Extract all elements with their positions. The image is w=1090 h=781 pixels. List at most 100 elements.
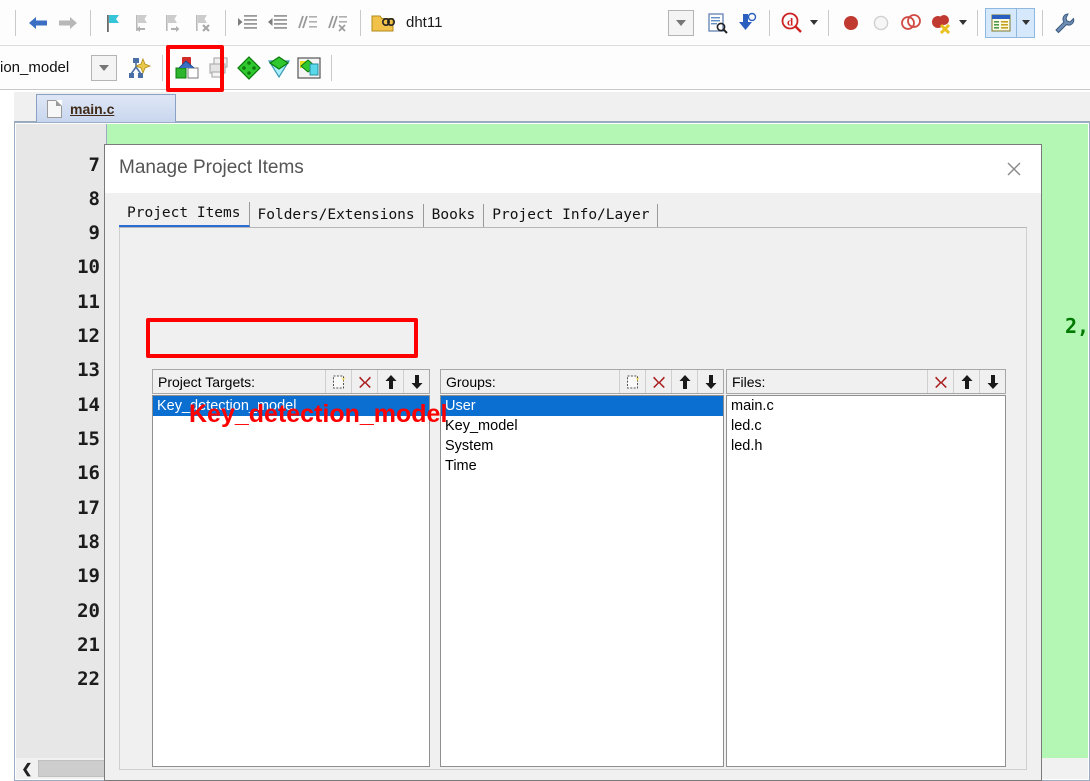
target-select-combo[interactable] — [91, 54, 118, 81]
list-item[interactable]: User — [441, 396, 723, 416]
panel-title: Groups: — [446, 373, 496, 390]
toolbar-project: ion_model — [0, 46, 1090, 90]
line-number: 15 — [77, 428, 100, 450]
tab-folders-extensions[interactable]: Folders/Extensions — [249, 204, 424, 227]
move-down-icon[interactable] — [403, 370, 429, 393]
line-number: 10 — [77, 256, 100, 278]
toolbar-divider — [977, 9, 978, 36]
toolbar-top: dht11 d — [0, 0, 1090, 46]
dialog-tabs: Project Items Folders/Extensions Books P… — [119, 201, 659, 227]
file-icon — [47, 99, 62, 118]
line-number: 8 — [88, 188, 100, 210]
toolbar-divider — [360, 9, 361, 36]
window-layout-dropdown-arrow[interactable] — [1017, 7, 1035, 38]
callout-key-detection-model: Key_detection_model — [189, 400, 448, 428]
delete-item-icon[interactable] — [351, 370, 377, 393]
toolbar-divider — [90, 9, 91, 36]
tab-main-c[interactable]: main.c — [36, 94, 176, 122]
find-in-files-icon[interactable] — [368, 8, 398, 38]
list-groups[interactable]: User Key_model System Time — [440, 395, 724, 767]
bookmark-toggle-icon[interactable] — [98, 8, 128, 38]
tab-project-items[interactable]: Project Items — [119, 202, 250, 227]
batch-build-icon[interactable] — [702, 8, 732, 38]
bookmark-prev-icon[interactable] — [128, 8, 158, 38]
breakpoint-disable-all-icon[interactable] — [926, 8, 956, 38]
debug-start-icon[interactable]: d — [777, 8, 807, 38]
breakpoint-insert-icon[interactable] — [836, 8, 866, 38]
move-up-icon[interactable] — [671, 370, 697, 393]
bookmark-next-icon[interactable] — [158, 8, 188, 38]
scroll-left-arrow[interactable]: ❮ — [16, 759, 38, 778]
breakpoint-kill-all-icon[interactable] — [896, 8, 926, 38]
build-target-icon[interactable] — [234, 53, 264, 83]
list-project-targets[interactable]: Key_detection_model — [152, 395, 430, 767]
rebuild-all-icon[interactable] — [264, 53, 294, 83]
panel-header-groups: Groups: — [440, 369, 724, 394]
bookmark-clear-icon[interactable] — [188, 8, 218, 38]
line-number-gutter: 7 8 9 10 11 12 13 14 15 16 17 18 19 20 2… — [16, 124, 106, 758]
line-number: 22 — [77, 668, 100, 690]
toolbar-divider — [769, 9, 770, 36]
panel-title: Files: — [732, 373, 766, 390]
back-arrow-icon[interactable] — [23, 8, 53, 38]
toolbar-divider — [828, 9, 829, 36]
move-up-icon[interactable] — [377, 370, 403, 393]
breakpoint-disable-icon[interactable] — [866, 8, 896, 38]
translate-file-icon[interactable] — [294, 53, 324, 83]
configure-tools-icon[interactable] — [1050, 8, 1080, 38]
toolbar-divider — [162, 54, 164, 81]
delete-item-icon[interactable] — [645, 370, 671, 393]
list-item[interactable]: led.c — [727, 416, 1005, 436]
target-combo-value: ion_model — [0, 59, 70, 76]
comment-lines-icon[interactable] — [293, 8, 323, 38]
delete-item-icon[interactable] — [927, 370, 953, 393]
app-window: dht11 d ion_model main.c 7 8 9 10 11 12 … — [0, 0, 1090, 781]
close-icon[interactable] — [997, 153, 1031, 185]
toolbar-divider — [15, 9, 16, 36]
tab-project-info-layer[interactable]: Project Info/Layer — [484, 204, 659, 227]
panel-header-project-targets: Project Targets: — [152, 369, 430, 394]
list-item[interactable]: System — [441, 436, 723, 456]
target-options-icon[interactable] — [125, 53, 155, 83]
line-number: 7 — [88, 154, 100, 176]
list-item[interactable]: Time — [441, 456, 723, 476]
batch-setup-icon[interactable] — [204, 53, 234, 83]
manage-project-items-dialog: Manage Project Items Project Items Folde… — [104, 144, 1042, 781]
move-down-icon[interactable] — [697, 370, 723, 393]
line-number: 14 — [77, 394, 100, 416]
line-number: 11 — [77, 291, 100, 313]
line-number: 13 — [77, 359, 100, 381]
new-item-icon[interactable] — [619, 370, 645, 393]
toolbar-divider — [331, 54, 333, 81]
manage-project-items-icon[interactable] — [170, 53, 204, 83]
editor-tabstrip: main.c — [14, 92, 1090, 122]
forward-arrow-icon[interactable] — [53, 8, 83, 38]
window-layout-icon[interactable] — [985, 7, 1017, 38]
breakpoint-dropdown-arrow[interactable] — [956, 9, 970, 37]
indent-decrease-icon[interactable] — [263, 8, 293, 38]
indent-increase-icon[interactable] — [233, 8, 263, 38]
download-icon[interactable] — [732, 8, 762, 38]
list-item[interactable]: Key_model — [441, 416, 723, 436]
line-number: 19 — [77, 565, 100, 587]
line-number: 17 — [77, 497, 100, 519]
toolbar-divider — [1042, 9, 1043, 36]
panel-title: Project Targets: — [158, 373, 256, 390]
debug-dropdown-arrow[interactable] — [807, 9, 821, 37]
tab-books[interactable]: Books — [423, 204, 485, 227]
list-item[interactable]: main.c — [727, 396, 1005, 416]
list-files[interactable]: main.c led.c led.h — [726, 395, 1006, 767]
tab-label: main.c — [70, 100, 115, 117]
move-down-icon[interactable] — [979, 370, 1005, 393]
dialog-title: Manage Project Items — [119, 157, 304, 178]
open-project-name: dht11 — [406, 14, 443, 31]
new-item-icon[interactable] — [325, 370, 351, 393]
list-item[interactable]: led.h — [727, 436, 1005, 456]
line-number: 9 — [88, 222, 100, 244]
line-number: 16 — [77, 462, 100, 484]
dialog-title-bar: Manage Project Items — [105, 145, 1041, 193]
target-select-combo-top[interactable] — [668, 9, 694, 36]
line-number: 20 — [77, 600, 100, 622]
uncomment-lines-icon[interactable] — [323, 8, 353, 38]
move-up-icon[interactable] — [953, 370, 979, 393]
